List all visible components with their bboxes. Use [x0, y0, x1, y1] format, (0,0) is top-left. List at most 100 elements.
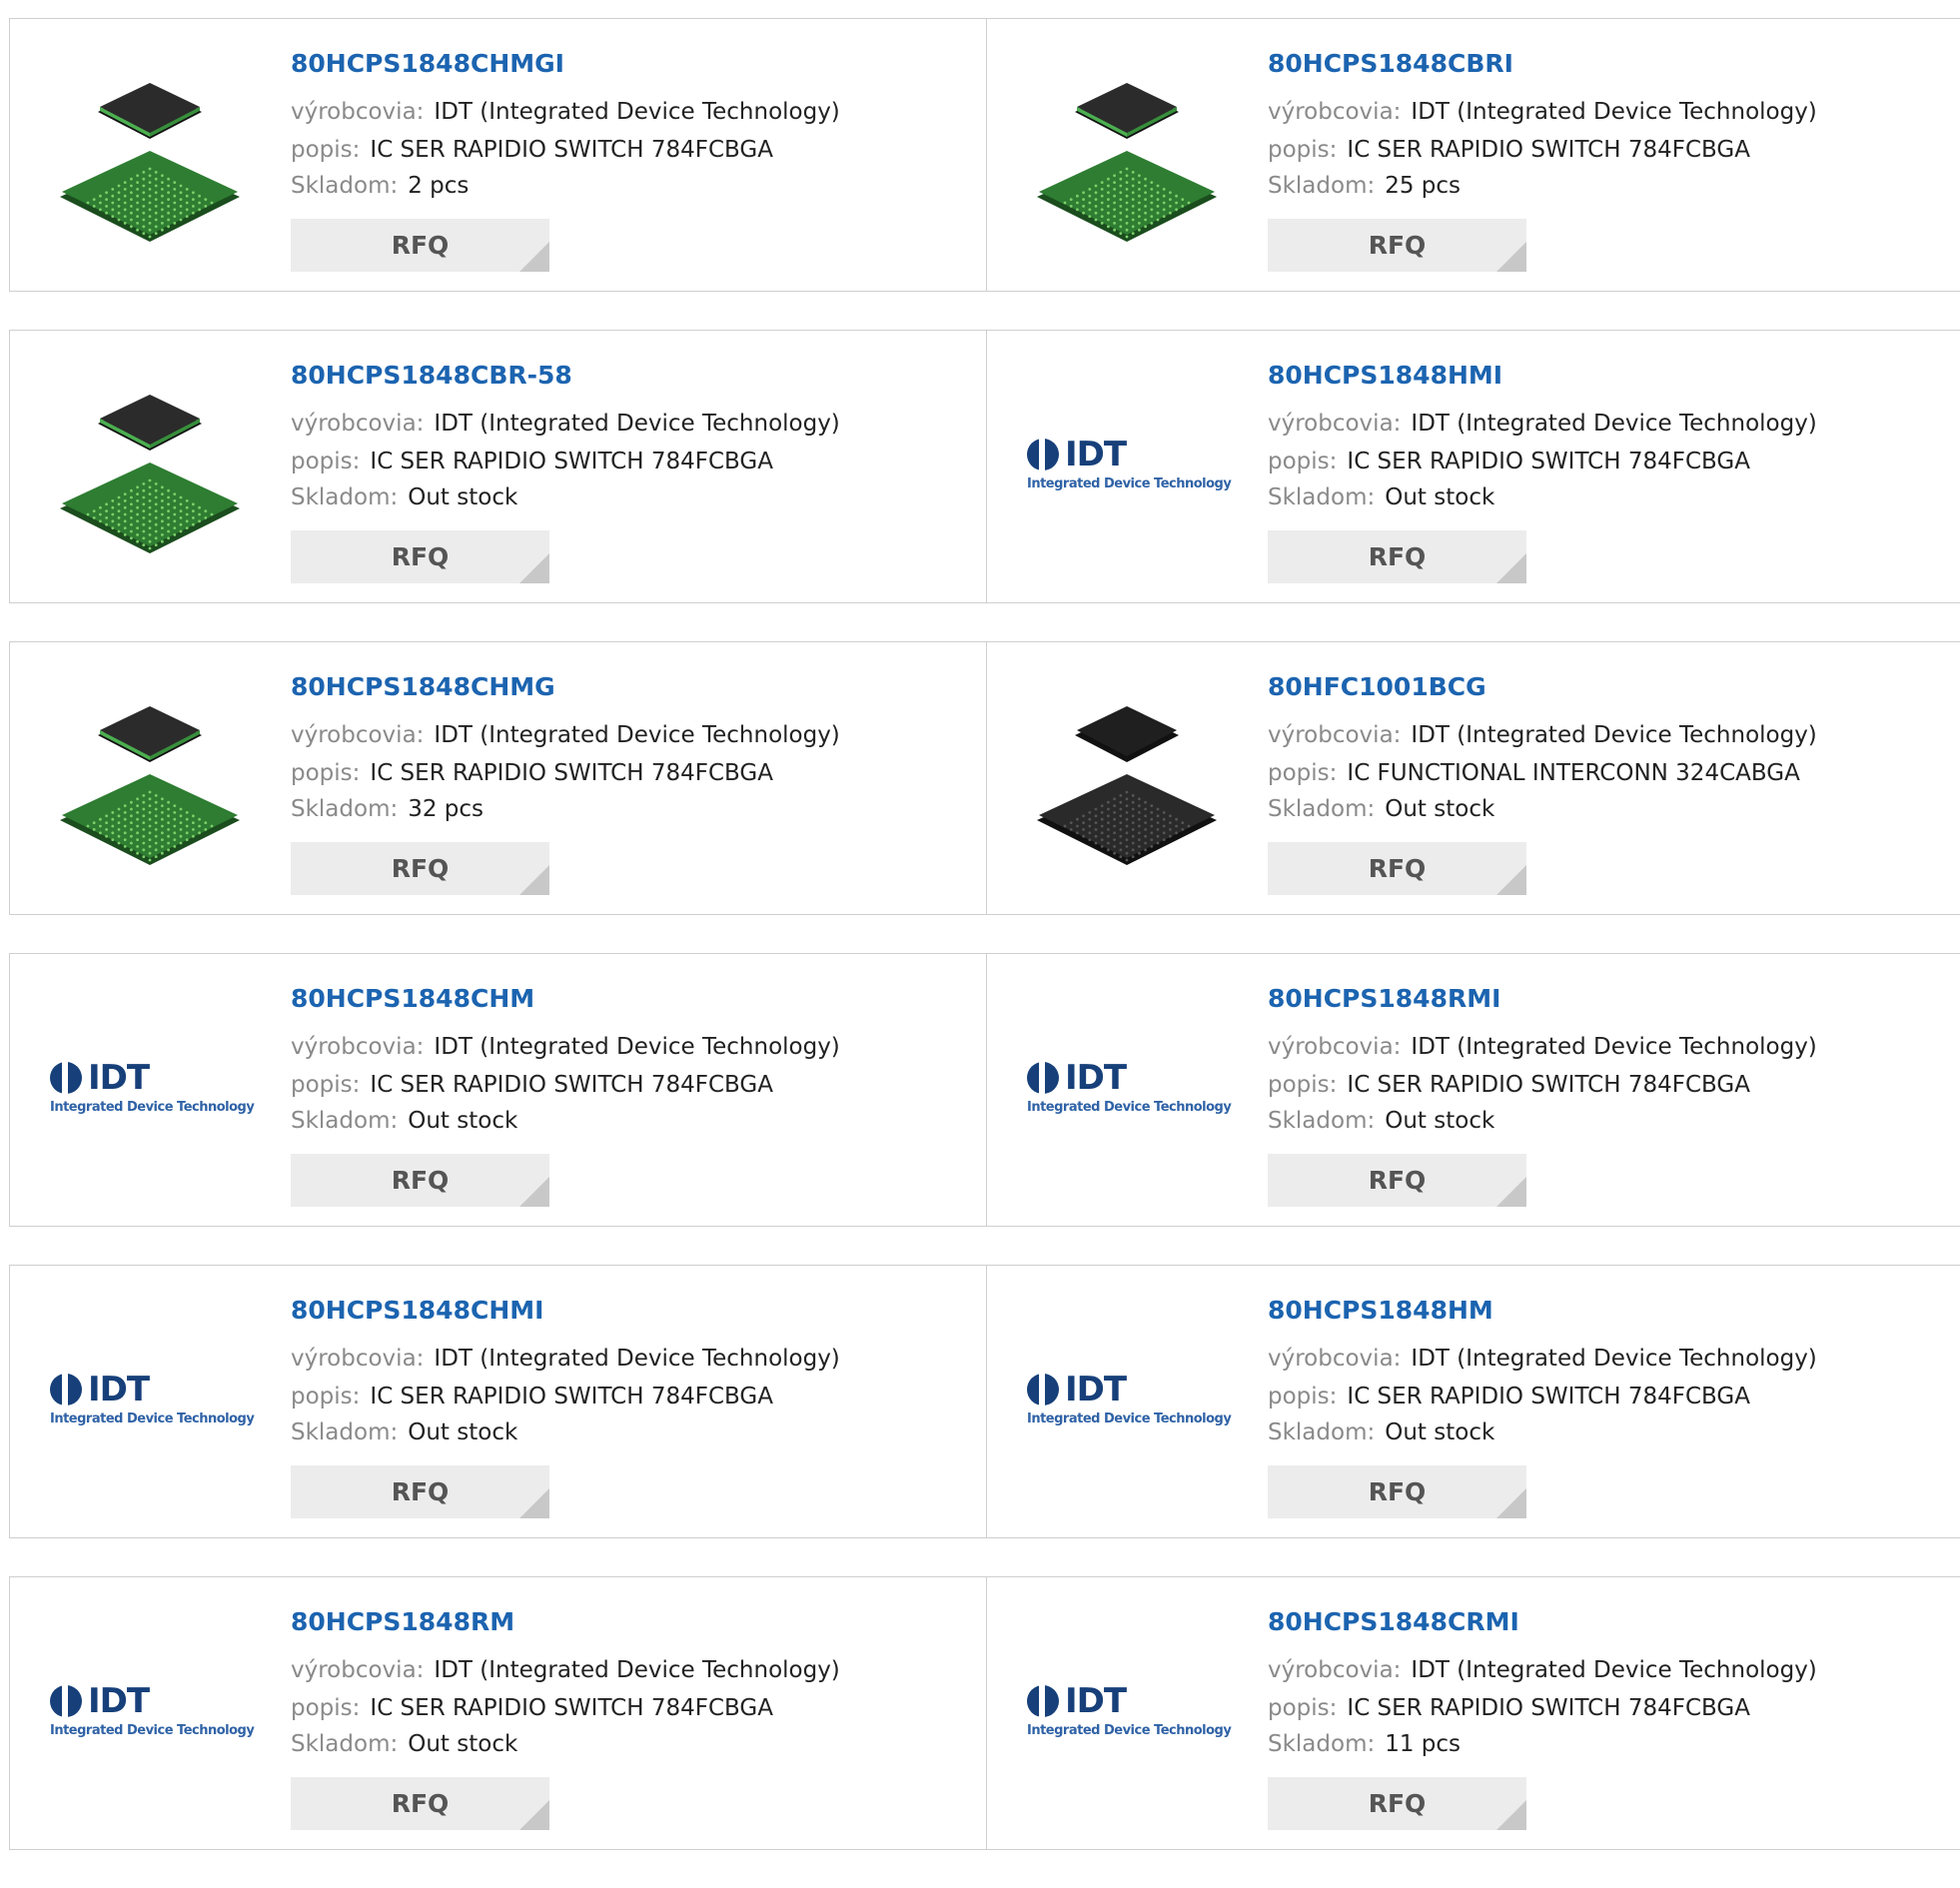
- corner-triangle-icon: [519, 553, 549, 583]
- description-value: IC SER RAPIDIO SWITCH 784FCBGA: [1347, 1072, 1750, 1098]
- idt-logo-image[interactable]: IDT Integrated Device Technology: [50, 1681, 255, 1745]
- product-part-number-link[interactable]: 80HCPS1848CHM: [291, 984, 534, 1013]
- rfq-button[interactable]: RFQ: [1268, 219, 1526, 272]
- description-line: popis: IC SER RAPIDIO SWITCH 784FCBGA: [291, 1384, 773, 1410]
- rfq-button[interactable]: RFQ: [291, 1154, 549, 1207]
- idt-logo-image[interactable]: IDT Integrated Device Technology: [1027, 1370, 1232, 1433]
- product-image[interactable]: [50, 680, 250, 880]
- description-label: popis:: [291, 1384, 361, 1410]
- product-image[interactable]: [1027, 680, 1227, 880]
- corner-triangle-icon: [519, 1488, 549, 1518]
- rfq-label: RFQ: [1368, 1477, 1427, 1506]
- rfq-button[interactable]: RFQ: [291, 530, 549, 583]
- product-part-number-link[interactable]: 80HCPS1848HM: [1268, 1296, 1493, 1325]
- description-value: IC SER RAPIDIO SWITCH 784FCBGA: [370, 449, 773, 474]
- rfq-button[interactable]: RFQ: [291, 1777, 549, 1830]
- rfq-button[interactable]: RFQ: [291, 1465, 549, 1518]
- corner-triangle-icon: [1496, 865, 1526, 895]
- idt-logo-image[interactable]: IDT Integrated Device Technology: [50, 1058, 255, 1122]
- stock-line: Skladom: Out stock: [291, 484, 517, 510]
- product-image[interactable]: [50, 57, 250, 257]
- rfq-label: RFQ: [391, 231, 450, 260]
- manufacturer-line: výrobcovia: IDT (Integrated Device Techno…: [291, 411, 840, 437]
- idt-logo-text: IDT: [88, 1370, 150, 1410]
- idt-logo-image[interactable]: IDT Integrated Device Technology: [1027, 1681, 1232, 1745]
- product-part-number-link[interactable]: 80HCPS1848CHMI: [291, 1296, 543, 1325]
- manufacturer-label: výrobcovia:: [291, 411, 425, 437]
- description-value: IC FUNCTIONAL INTERCONN 324CABGA: [1347, 760, 1800, 786]
- rfq-button[interactable]: RFQ: [1268, 842, 1526, 895]
- rfq-button[interactable]: RFQ: [1268, 1777, 1526, 1830]
- manufacturer-value: IDT (Integrated Device Technology): [434, 1034, 840, 1060]
- product-part-number-link[interactable]: 80HCPS1848CBR-58: [291, 361, 572, 390]
- stock-line: Skladom: Out stock: [1268, 484, 1494, 510]
- product-image[interactable]: [1027, 57, 1227, 257]
- stock-line: Skladom: 11 pcs: [1268, 1731, 1461, 1757]
- corner-triangle-icon: [1496, 1488, 1526, 1518]
- rfq-button[interactable]: RFQ: [291, 842, 549, 895]
- corner-triangle-icon: [1496, 553, 1526, 583]
- idt-logo-tagline: Integrated Device Technology: [1027, 1100, 1232, 1115]
- product-part-number-link[interactable]: 80HCPS1848CHMGI: [291, 49, 564, 78]
- stock-value: Out stock: [408, 1731, 518, 1757]
- description-label: popis:: [1268, 449, 1338, 474]
- product-image[interactable]: [50, 369, 250, 568]
- description-value: IC SER RAPIDIO SWITCH 784FCBGA: [370, 137, 773, 163]
- manufacturer-label: výrobcovia:: [291, 722, 425, 748]
- manufacturer-value: IDT (Integrated Device Technology): [1411, 722, 1817, 748]
- product-grid: 80HCPS1848CHMGI výrobcovia: IDT (Integrat…: [9, 18, 1960, 1888]
- stock-label: Skladom:: [1268, 796, 1376, 822]
- rfq-button[interactable]: RFQ: [1268, 1465, 1526, 1518]
- manufacturer-label: výrobcovia:: [291, 1034, 425, 1060]
- idt-logo-text: IDT: [1065, 1370, 1127, 1410]
- corner-triangle-icon: [519, 242, 549, 272]
- stock-line: Skladom: 2 pcs: [291, 173, 469, 199]
- idt-logo-tagline: Integrated Device Technology: [50, 1412, 255, 1426]
- product-part-number-link[interactable]: 80HCPS1848HMI: [1268, 361, 1502, 390]
- product-row: IDT Integrated Device Technology 80HCPS1…: [9, 1265, 1960, 1538]
- rfq-label: RFQ: [1368, 542, 1427, 571]
- idt-mark-icon: [50, 1062, 82, 1094]
- description-line: popis: IC SER RAPIDIO SWITCH 784FCBGA: [291, 760, 773, 786]
- product-part-number-link[interactable]: 80HCPS1848RMI: [1268, 984, 1500, 1013]
- idt-logo-text: IDT: [88, 1058, 150, 1098]
- manufacturer-value: IDT (Integrated Device Technology): [434, 411, 840, 437]
- idt-mark-icon: [1027, 1062, 1059, 1094]
- product-part-number-link[interactable]: 80HCPS1848CBRI: [1268, 49, 1513, 78]
- stock-value: Out stock: [408, 1108, 518, 1134]
- description-line: popis: IC SER RAPIDIO SWITCH 784FCBGA: [291, 1072, 773, 1098]
- description-label: popis:: [1268, 1384, 1338, 1410]
- description-line: popis: IC SER RAPIDIO SWITCH 784FCBGA: [291, 137, 773, 163]
- manufacturer-line: výrobcovia: IDT (Integrated Device Techno…: [1268, 1034, 1817, 1060]
- stock-label: Skladom:: [1268, 484, 1376, 510]
- description-value: IC SER RAPIDIO SWITCH 784FCBGA: [1347, 137, 1750, 163]
- product-card: 80HCPS1848CBR-58 výrobcovia: IDT (Integra…: [10, 331, 987, 602]
- manufacturer-line: výrobcovia: IDT (Integrated Device Techno…: [1268, 411, 1817, 437]
- product-part-number-link[interactable]: 80HCPS1848CHMG: [291, 672, 555, 701]
- product-card: 80HCPS1848CHMGI výrobcovia: IDT (Integrat…: [10, 19, 987, 291]
- rfq-label: RFQ: [1368, 1166, 1427, 1195]
- product-part-number-link[interactable]: 80HCPS1848RM: [291, 1607, 514, 1636]
- description-label: popis:: [291, 137, 361, 163]
- rfq-button[interactable]: RFQ: [1268, 530, 1526, 583]
- product-row: 80HCPS1848CBR-58 výrobcovia: IDT (Integra…: [9, 330, 1960, 603]
- description-value: IC SER RAPIDIO SWITCH 784FCBGA: [370, 1072, 773, 1098]
- rfq-button[interactable]: RFQ: [1268, 1154, 1526, 1207]
- description-line: popis: IC SER RAPIDIO SWITCH 784FCBGA: [291, 1695, 773, 1721]
- product-part-number-link[interactable]: 80HFC1001BCG: [1268, 672, 1486, 701]
- idt-logo-text: IDT: [1065, 1058, 1127, 1098]
- description-label: popis:: [291, 1072, 361, 1098]
- product-card: IDT Integrated Device Technology 80HCPS1…: [10, 1266, 987, 1537]
- idt-logo-image[interactable]: IDT Integrated Device Technology: [1027, 1058, 1232, 1122]
- corner-triangle-icon: [1496, 1177, 1526, 1207]
- idt-logo-image[interactable]: IDT Integrated Device Technology: [50, 1370, 255, 1433]
- manufacturer-line: výrobcovia: IDT (Integrated Device Techno…: [291, 99, 840, 125]
- product-card: IDT Integrated Device Technology 80HCPS1…: [10, 1577, 987, 1849]
- idt-logo-image[interactable]: IDT Integrated Device Technology: [1027, 435, 1232, 498]
- product-card: 80HCPS1848CBRI výrobcovia: IDT (Integrate…: [987, 19, 1960, 291]
- product-part-number-link[interactable]: 80HCPS1848CRMI: [1268, 1607, 1519, 1636]
- manufacturer-label: výrobcovia:: [1268, 1657, 1402, 1683]
- manufacturer-line: výrobcovia: IDT (Integrated Device Techno…: [291, 722, 840, 748]
- rfq-button[interactable]: RFQ: [291, 219, 549, 272]
- stock-label: Skladom:: [291, 796, 399, 822]
